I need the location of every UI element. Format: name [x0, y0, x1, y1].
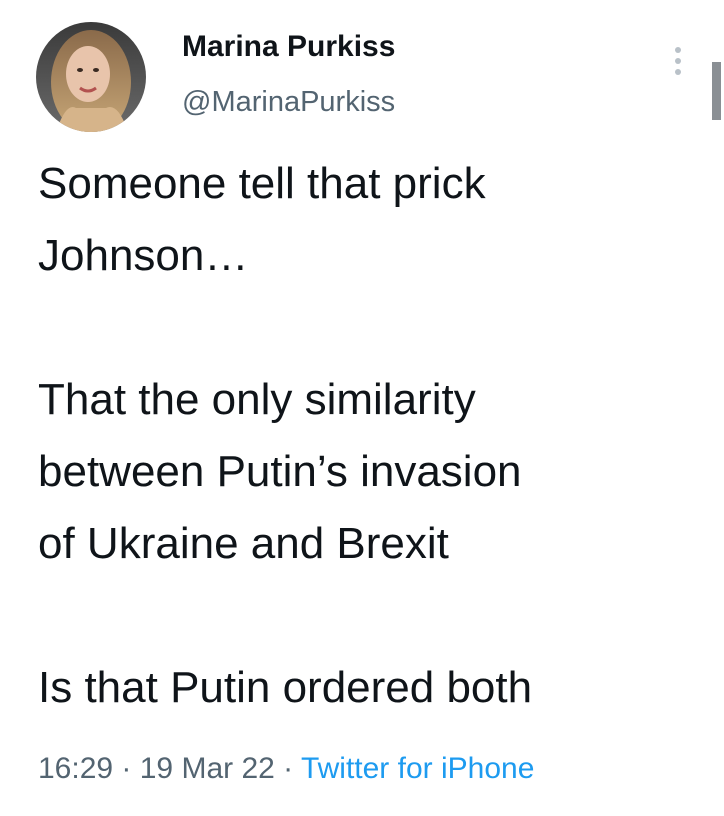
tweet-text: Someone tell that prick Johnson… That th…: [38, 148, 698, 724]
tweet-source-link[interactable]: Twitter for iPhone: [301, 752, 534, 785]
meta-separator: ·: [274, 752, 301, 785]
tweet-line: That the only similarity: [38, 375, 476, 424]
author-handle[interactable]: @MarinaPurkiss: [182, 86, 395, 119]
tweet-date[interactable]: 19 Mar 22: [140, 752, 275, 785]
tweet-line: [38, 580, 698, 652]
tweet-card: Marina Purkiss @MarinaPurkiss Someone te…: [0, 0, 724, 816]
avatar[interactable]: [36, 22, 146, 132]
scrollbar-thumb[interactable]: [712, 62, 721, 120]
tweet-line: Johnson…: [38, 231, 249, 280]
more-vertical-icon: [675, 47, 681, 53]
tweet-meta: 16:29 · 19 Mar 22 · Twitter for iPhone: [38, 752, 534, 786]
more-vertical-icon: [675, 69, 681, 75]
tweet-line: between Putin’s invasion: [38, 447, 522, 496]
tweet-line: Someone tell that prick: [38, 159, 486, 208]
meta-separator: ·: [113, 752, 140, 785]
tweet-line: of Ukraine and Brexit: [38, 519, 449, 568]
tweet-line: Is that Putin ordered both: [38, 663, 533, 712]
tweet-time[interactable]: 16:29: [38, 752, 113, 785]
more-vertical-icon: [675, 58, 681, 64]
author-display-name[interactable]: Marina Purkiss: [182, 30, 395, 64]
more-options-button[interactable]: [664, 40, 692, 82]
tweet-line: [38, 292, 698, 364]
